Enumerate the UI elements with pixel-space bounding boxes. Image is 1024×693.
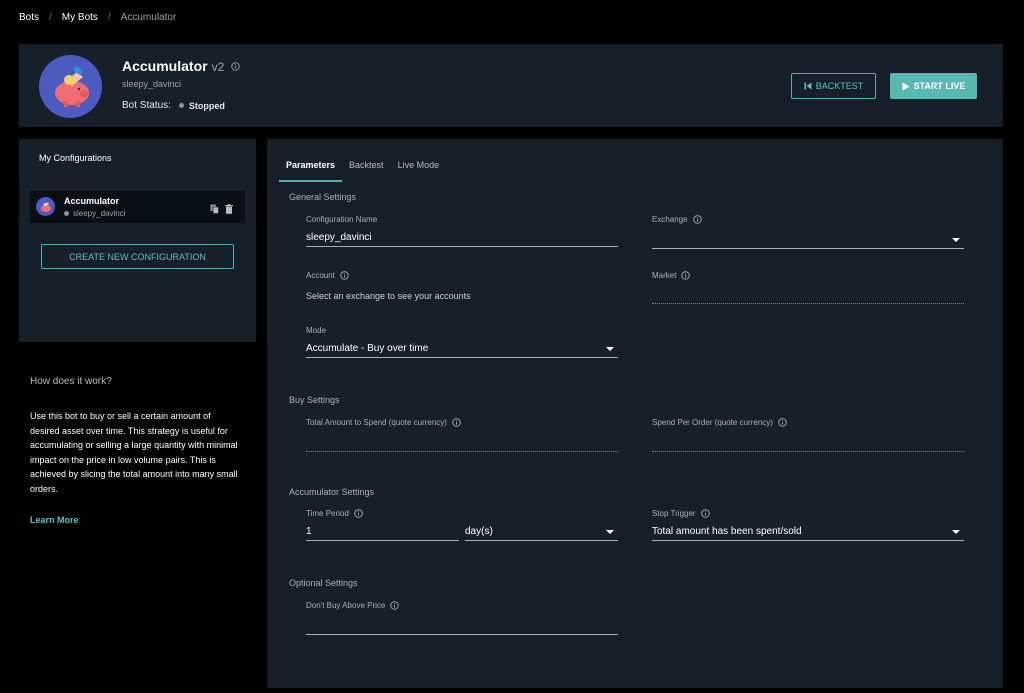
info-icon[interactable] bbox=[700, 509, 710, 518]
breadcrumb-my-bots[interactable]: My Bots bbox=[62, 12, 98, 23]
learn-more-link[interactable]: Learn More bbox=[30, 515, 242, 525]
play-icon bbox=[902, 82, 910, 91]
market-label: Market bbox=[652, 271, 691, 280]
exchange-select[interactable] bbox=[652, 231, 964, 249]
chevron-down-icon bbox=[606, 346, 614, 351]
bot-status-value: Stopped bbox=[188, 100, 225, 111]
bot-version: v2 bbox=[211, 60, 225, 74]
how-it-works: How does it work? Use this bot to buy or… bbox=[30, 376, 242, 525]
bot-status: Bot Status: Stopped bbox=[122, 100, 225, 111]
create-configuration-button[interactable]: CREATE NEW CONFIGURATION bbox=[41, 244, 234, 269]
dont-buy-above-label: Don't Buy Above Price bbox=[306, 601, 400, 610]
market-label-text: Market bbox=[652, 271, 677, 280]
chevron-down-icon bbox=[606, 529, 614, 534]
market-select[interactable] bbox=[652, 286, 964, 304]
breadcrumb: Bots / My Bots / Accumulator bbox=[19, 12, 176, 23]
account-label: Account bbox=[306, 271, 349, 280]
time-period-value: 1 bbox=[306, 526, 312, 537]
dont-buy-above-label-text: Don't Buy Above Price bbox=[306, 601, 386, 610]
bot-name: Accumulator bbox=[122, 58, 208, 74]
info-icon[interactable] bbox=[354, 509, 363, 518]
configurations-title: My Configurations bbox=[39, 153, 112, 163]
general-settings-title: General Settings bbox=[289, 192, 357, 202]
piggy-bank-avatar bbox=[36, 197, 55, 216]
info-icon[interactable] bbox=[390, 601, 400, 610]
info-icon[interactable] bbox=[681, 271, 691, 280]
backtest-button-label: BACKTEST bbox=[815, 81, 864, 91]
copy-icon[interactable] bbox=[210, 201, 219, 219]
time-period-label-text: Time Period bbox=[306, 509, 349, 518]
tab-bar: Parameters Backtest Live Mode bbox=[279, 156, 446, 182]
breadcrumb-bots[interactable]: Bots bbox=[19, 12, 39, 23]
total-amount-input[interactable] bbox=[306, 434, 618, 452]
info-icon[interactable] bbox=[778, 418, 787, 427]
spend-per-order-label-text: Spend Per Order (quote currency) bbox=[652, 418, 773, 427]
status-dot-icon bbox=[64, 211, 69, 216]
info-icon[interactable] bbox=[231, 58, 240, 76]
breadcrumb-separator: / bbox=[107, 12, 111, 23]
exchange-label-text: Exchange bbox=[652, 215, 688, 224]
configuration-subtitle: sleepy_davinci bbox=[64, 209, 125, 218]
backtest-button[interactable]: BACKTEST bbox=[791, 73, 876, 99]
how-it-works-heading: How does it work? bbox=[30, 376, 112, 387]
tab-parameters[interactable]: Parameters bbox=[279, 156, 343, 182]
tab-backtest[interactable]: Backtest bbox=[342, 156, 391, 182]
configurations-panel: My Configurations Accumulator sleepy_dav… bbox=[19, 139, 256, 342]
spend-per-order-input[interactable] bbox=[652, 434, 964, 452]
total-amount-label-text: Total Amount to Spend (quote currency) bbox=[306, 418, 447, 427]
configuration-actions bbox=[210, 201, 233, 219]
mode-value: Accumulate - Buy over time bbox=[306, 343, 429, 354]
stop-trigger-label-text: Stop Trigger bbox=[652, 509, 696, 518]
how-it-works-body: Use this bot to buy or sell a certain am… bbox=[30, 411, 238, 494]
configuration-name-input[interactable]: sleepy_davinci bbox=[306, 229, 618, 247]
breadcrumb-separator: / bbox=[49, 12, 52, 23]
chevron-down-icon bbox=[952, 237, 960, 242]
piggy-bank-icon bbox=[55, 66, 89, 107]
time-unit-value: day(s) bbox=[465, 526, 493, 537]
time-period-input[interactable]: 1 bbox=[306, 523, 459, 541]
stop-trigger-select[interactable]: Total amount has been spent/sold bbox=[652, 523, 964, 541]
bot-header: Accumulator v2 sleepy_davinci Bot Status… bbox=[19, 44, 1003, 127]
skip-back-icon bbox=[804, 82, 812, 90]
configuration-form-panel: Parameters Backtest Live Mode General Se… bbox=[267, 139, 1003, 688]
mode-select[interactable]: Accumulate - Buy over time bbox=[306, 340, 618, 358]
configuration-name: Accumulator bbox=[64, 196, 120, 206]
total-amount-label: Total Amount to Spend (quote currency) bbox=[306, 418, 461, 427]
account-label-text: Account bbox=[306, 271, 335, 280]
dont-buy-above-input[interactable] bbox=[306, 617, 618, 635]
mode-label: Mode bbox=[306, 326, 326, 335]
mode-label-text: Mode bbox=[306, 326, 327, 335]
exchange-label: Exchange bbox=[652, 215, 702, 224]
account-hint: Select an exchange to see your accounts bbox=[306, 291, 471, 301]
start-live-button[interactable]: START LIVE bbox=[890, 73, 977, 99]
time-unit-select[interactable]: day(s) bbox=[465, 523, 618, 541]
time-period-label: Time Period bbox=[306, 509, 363, 518]
bot-status-label: Bot Status: bbox=[122, 100, 171, 111]
info-icon[interactable] bbox=[452, 418, 461, 427]
trash-icon[interactable] bbox=[225, 201, 233, 219]
spend-per-order-label: Spend Per Order (quote currency) bbox=[652, 418, 787, 427]
bot-subtitle: sleepy_davinci bbox=[122, 79, 182, 89]
configuration-name-value: sleepy_davinci bbox=[306, 232, 372, 243]
accumulator-settings-title: Accumulator Settings bbox=[289, 487, 375, 497]
configuration-name-label-text: Configuration Name bbox=[306, 215, 378, 224]
piggy-bank-avatar bbox=[39, 55, 102, 118]
status-dot-icon bbox=[178, 103, 184, 108]
chevron-down-icon bbox=[952, 529, 960, 534]
stop-trigger-label: Stop Trigger bbox=[652, 509, 710, 518]
start-live-button-label: START LIVE bbox=[913, 81, 966, 91]
configuration-item[interactable]: Accumulator sleepy_davinci bbox=[30, 191, 245, 223]
optional-settings-title: Optional Settings bbox=[289, 578, 358, 588]
configuration-name-label: Configuration Name bbox=[306, 215, 377, 224]
piggy-bank-icon bbox=[40, 202, 52, 213]
bot-title: Accumulator v2 bbox=[122, 58, 240, 76]
info-icon[interactable] bbox=[340, 271, 349, 280]
info-icon[interactable] bbox=[692, 215, 702, 224]
tab-live-mode[interactable]: Live Mode bbox=[391, 156, 447, 182]
stop-trigger-value: Total amount has been spent/sold bbox=[652, 526, 802, 537]
configuration-subtitle-text: sleepy_davinci bbox=[73, 209, 126, 218]
buy-settings-title: Buy Settings bbox=[289, 395, 340, 405]
breadcrumb-current: Accumulator bbox=[120, 12, 177, 23]
